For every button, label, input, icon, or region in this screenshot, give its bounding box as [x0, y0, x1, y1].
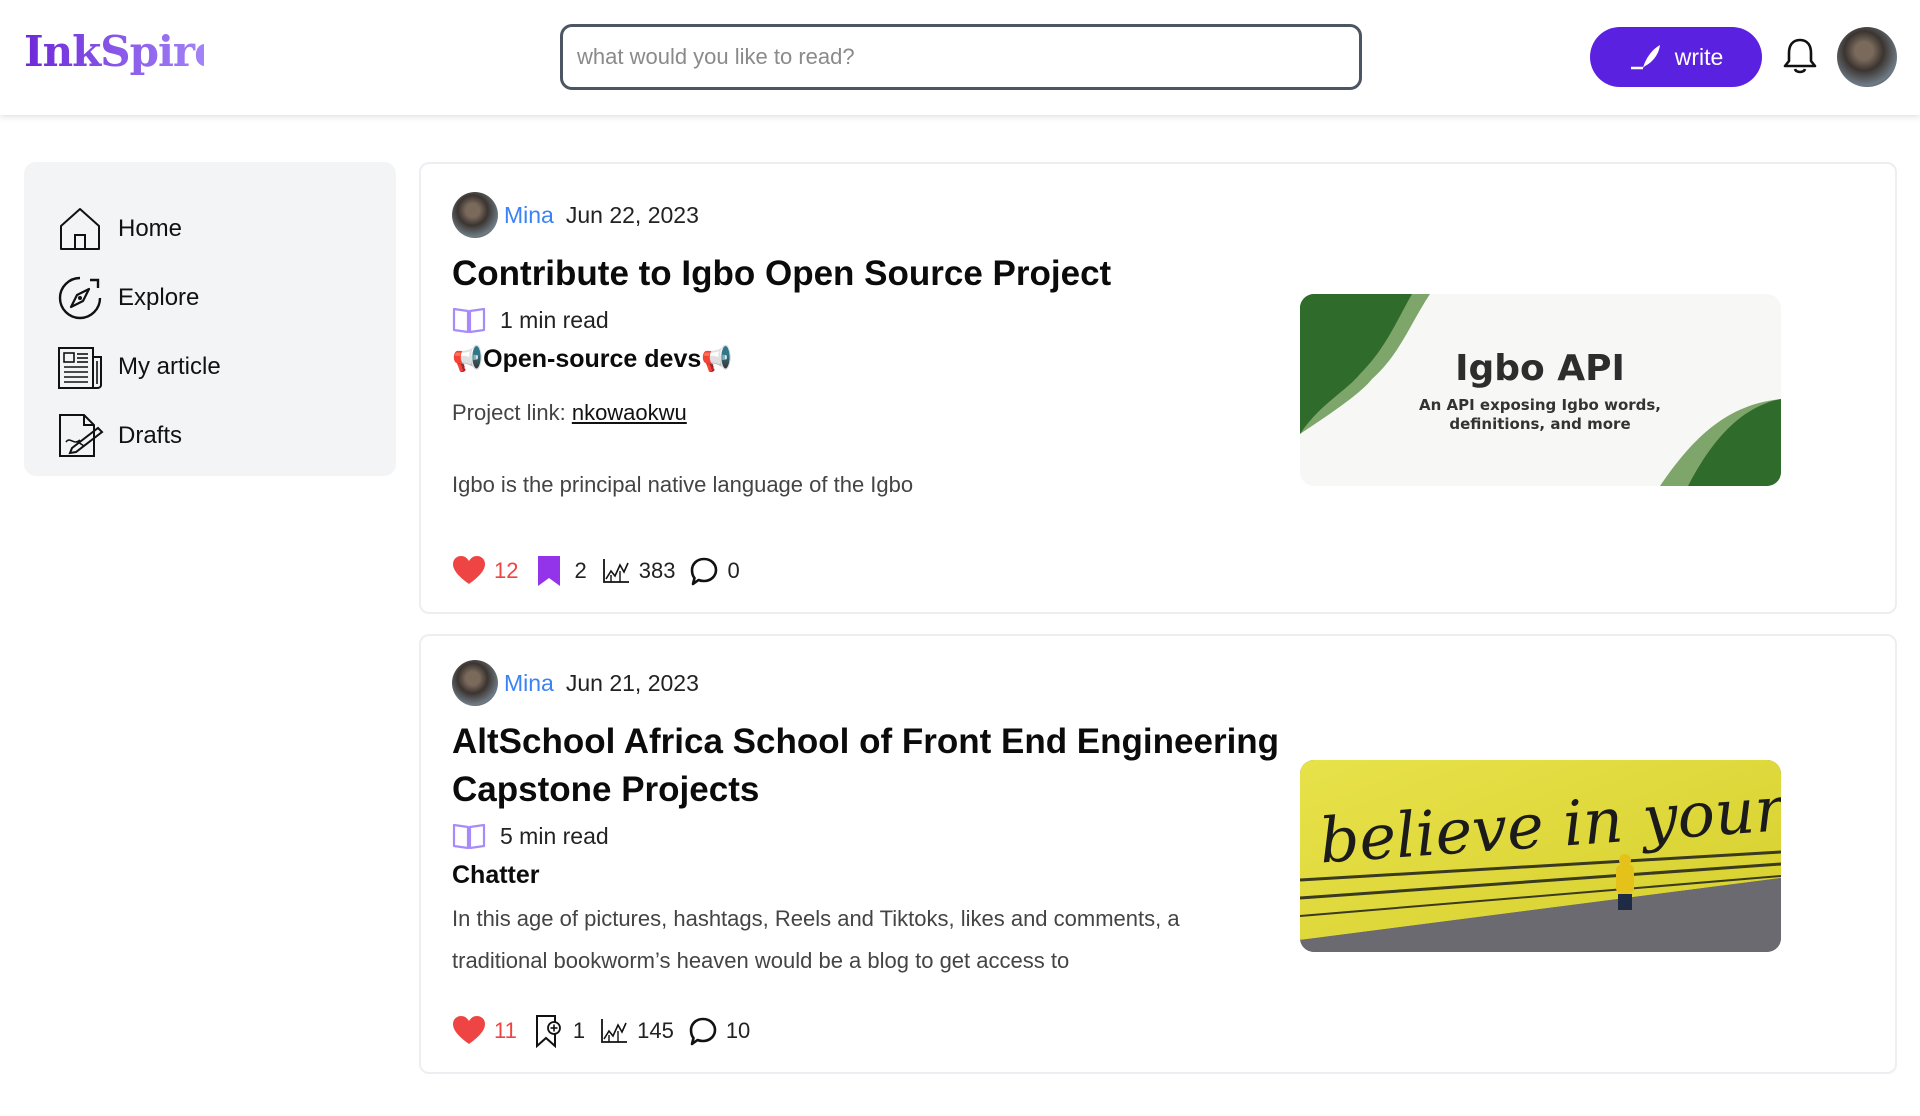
- heart-icon: [453, 1016, 485, 1044]
- sidebar-item-my-article[interactable]: My article: [24, 332, 396, 401]
- article-thumbnail[interactable]: Igbo API An API exposing Igbo words, def…: [1300, 294, 1781, 486]
- notification-bell-icon[interactable]: [1781, 36, 1819, 76]
- logo-text: InkSpire: [24, 27, 221, 76]
- article-tag: Chatter: [452, 861, 540, 889]
- home-icon: [60, 207, 100, 250]
- like-count: 11: [494, 1018, 517, 1043]
- sidebar-item-home[interactable]: Home: [24, 194, 396, 263]
- banner-subtitle-2: definitions, and more: [1449, 415, 1630, 433]
- like-stat[interactable]: 11: [452, 1016, 517, 1046]
- article-tag: 📢Open-source devs📢: [452, 345, 733, 373]
- read-time: 1 min read: [452, 306, 609, 334]
- read-time-label: 1 min read: [500, 306, 609, 333]
- banner-title: Igbo API: [1455, 348, 1625, 389]
- project-link[interactable]: nkowaokwu: [572, 400, 687, 425]
- newspaper-icon: [58, 346, 102, 389]
- article-thumbnail[interactable]: believe in yourself: [1300, 760, 1781, 952]
- sidebar-item-explore[interactable]: Explore: [24, 263, 396, 332]
- excerpt-line: In this age of pictures, hashtags, Reels…: [452, 906, 1180, 931]
- article-excerpt: Igbo is the principal native language of…: [452, 472, 914, 497]
- user-avatar[interactable]: [1837, 27, 1897, 87]
- post-date: Jun 21, 2023: [565, 669, 699, 696]
- author-row: Mina Jun 22, 2023: [452, 192, 699, 238]
- comment-count: 10: [725, 1018, 751, 1043]
- believe-in-yourself-wall-photo: believe in yourself: [1300, 760, 1781, 952]
- article-stats: 12 2 383 0: [452, 554, 754, 588]
- article-title[interactable]: AltSchool Africa School of Front End Eng…: [452, 718, 1279, 814]
- link-prefix: Project link:: [452, 400, 572, 425]
- comment-bubble-icon: [691, 557, 718, 586]
- project-link-line: Project link: nkowaokwu: [452, 392, 687, 434]
- post-date: Jun 22, 2023: [565, 201, 699, 228]
- views-stat: 145: [599, 1017, 674, 1045]
- author-name[interactable]: Mina: [504, 202, 554, 229]
- sidebar: Home Explore My article Drafts: [24, 162, 396, 476]
- open-book-icon: [452, 823, 486, 850]
- analytics-chart-icon: [602, 559, 629, 583]
- article-stats: 11 1 145 10: [452, 1014, 764, 1048]
- author-name[interactable]: Mina: [504, 670, 554, 697]
- bookmark-filled-icon: [538, 556, 561, 586]
- article-title[interactable]: Contribute to Igbo Open Source Project: [452, 250, 1111, 298]
- quill-icon: [1630, 45, 1660, 70]
- article-card[interactable]: Mina Jun 22, 2023 Contribute to Igbo Ope…: [419, 162, 1897, 614]
- write-button-label: write: [1674, 43, 1724, 70]
- heart-icon: [453, 556, 485, 584]
- article-excerpt: In this age of pictures, hashtags, Reels…: [452, 898, 1180, 982]
- read-time-label: 5 min read: [500, 822, 609, 849]
- app-logo[interactable]: InkSpire: [24, 26, 221, 87]
- sidebar-item-drafts[interactable]: Drafts: [24, 401, 396, 470]
- bookmark-count: 2: [574, 558, 587, 583]
- author-avatar[interactable]: [452, 660, 498, 706]
- sidebar-item-label: Home: [118, 214, 183, 242]
- bookmark-stat[interactable]: 1: [531, 1014, 585, 1048]
- svg-text:InkSpire: InkSpire: [24, 27, 204, 76]
- igbo-api-banner: Igbo API An API exposing Igbo words, def…: [1300, 294, 1781, 486]
- write-button[interactable]: write: [1590, 27, 1762, 87]
- open-book-icon: [452, 307, 486, 334]
- sidebar-item-label: Drafts: [118, 421, 183, 449]
- analytics-chart-icon: [601, 1019, 628, 1043]
- top-header: InkSpire write: [0, 0, 1920, 115]
- like-count: 12: [494, 558, 519, 583]
- author-avatar[interactable]: [452, 192, 498, 238]
- comment-count: 0: [727, 558, 740, 583]
- compass-icon: [58, 276, 102, 319]
- comment-bubble-icon: [689, 1017, 717, 1046]
- views-stat: 383: [601, 557, 676, 585]
- view-count: 383: [638, 558, 676, 583]
- like-stat[interactable]: 12: [452, 556, 518, 586]
- article-title-line: Capstone Projects: [452, 770, 760, 809]
- banner-subtitle-1: An API exposing Igbo words,: [1419, 396, 1661, 414]
- comment-stat[interactable]: 0: [689, 556, 740, 586]
- comment-stat[interactable]: 10: [688, 1016, 750, 1046]
- bookmark-stat[interactable]: 2: [532, 554, 587, 588]
- bookmark-count: 1: [572, 1018, 586, 1043]
- draft-icon: [59, 413, 104, 457]
- article-card[interactable]: Mina Jun 21, 2023 AltSchool Africa Schoo…: [419, 634, 1897, 1074]
- excerpt-line: traditional bookworm’s heaven would be a…: [452, 948, 1070, 973]
- article-title-line: AltSchool Africa School of Front End Eng…: [452, 722, 1280, 761]
- sidebar-item-label: Explore: [118, 283, 200, 311]
- author-row: Mina Jun 21, 2023: [452, 660, 699, 706]
- search-input[interactable]: [560, 24, 1362, 90]
- view-count: 145: [637, 1018, 674, 1043]
- read-time: 5 min read: [452, 822, 609, 850]
- bookmark-add-icon: [535, 1015, 561, 1048]
- sidebar-item-label: My article: [118, 352, 221, 380]
